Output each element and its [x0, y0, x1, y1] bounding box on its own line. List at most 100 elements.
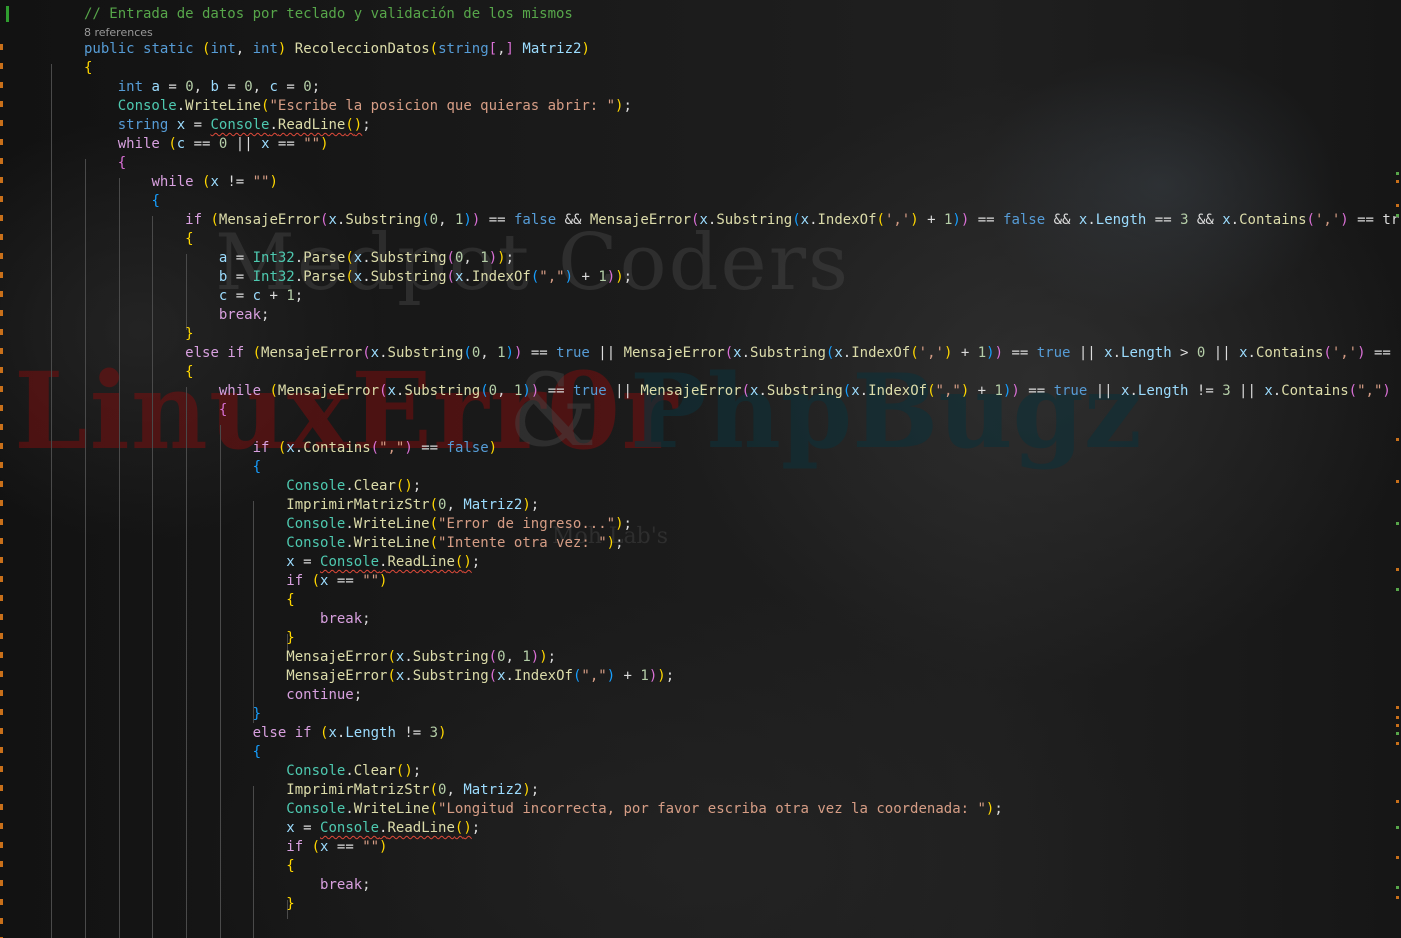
change-marker: [0, 386, 3, 392]
change-marker: [0, 728, 3, 734]
change-marker: [0, 234, 3, 240]
code-line[interactable]: Console.Clear();: [84, 477, 421, 496]
change-marker: [0, 804, 3, 810]
indent-guide: [51, 64, 52, 938]
code-line[interactable]: Console.WriteLine("Error de ingreso...")…: [84, 515, 632, 534]
scrollbar-marker: [1396, 568, 1399, 571]
vertical-scrollbar-annotations[interactable]: [1393, 0, 1401, 938]
code-line[interactable]: {: [84, 192, 159, 211]
change-marker: [0, 766, 3, 772]
code-line[interactable]: ImprimirMatrizStr(0, Matriz2);: [84, 496, 539, 515]
code-line[interactable]: a = Int32.Parse(x.Substring(0, 1));: [84, 249, 514, 268]
scrollbar-marker: [1396, 172, 1399, 175]
code-line[interactable]: {: [84, 591, 294, 610]
code-line[interactable]: else if (x.Length != 3): [84, 724, 447, 743]
code-line[interactable]: {: [84, 154, 126, 173]
code-line[interactable]: else if (MensajeError(x.Substring(0, 1))…: [84, 344, 1391, 363]
change-marker: [0, 576, 3, 582]
code-line[interactable]: x = Console.ReadLine();: [84, 819, 480, 838]
scrollbar-marker: [1396, 706, 1399, 709]
saved-change-marker: [6, 6, 9, 22]
code-line[interactable]: if (x.Contains(",") == false): [84, 439, 498, 458]
code-line[interactable]: x = Console.ReadLine();: [84, 553, 480, 572]
code-line[interactable]: }: [84, 705, 261, 724]
code-line[interactable]: {: [84, 857, 294, 876]
change-marker: [0, 215, 3, 221]
change-marker: [0, 595, 3, 601]
code-line[interactable]: // Entrada de datos por teclado y valida…: [84, 5, 573, 24]
code-line[interactable]: while (MensajeError(x.Substring(0, 1)) =…: [84, 382, 1391, 401]
change-marker: [0, 101, 3, 107]
scrollbar-marker: [1396, 732, 1399, 735]
scrollbar-marker: [1396, 522, 1399, 525]
scrollbar-marker: [1396, 886, 1399, 889]
scrollbar-marker: [1396, 724, 1399, 727]
code-line[interactable]: Console.WriteLine("Escribe la posicion q…: [84, 97, 632, 116]
code-line[interactable]: continue;: [84, 686, 362, 705]
scrollbar-marker: [1396, 896, 1399, 899]
change-marker: [0, 177, 3, 183]
change-marker: [0, 139, 3, 145]
code-line[interactable]: MensajeError(x.Substring(0, 1));: [84, 648, 556, 667]
change-marker: [0, 405, 3, 411]
change-marker: [0, 443, 3, 449]
code-line[interactable]: while (c == 0 || x == ""): [84, 135, 329, 154]
code-line[interactable]: b = Int32.Parse(x.Substring(x.IndexOf(",…: [84, 268, 632, 287]
scrollbar-marker: [1396, 856, 1399, 859]
code-line[interactable]: Console.Clear();: [84, 762, 421, 781]
code-line[interactable]: string x = Console.ReadLine();: [84, 116, 371, 135]
scrollbar-marker: [1396, 826, 1399, 829]
code-editor[interactable]: Medpot Coders LinuxErr0r & PhpBugz Moh L…: [0, 0, 1401, 938]
scrollbar-marker: [1396, 214, 1399, 217]
code-line[interactable]: }: [84, 629, 294, 648]
change-marker: [0, 120, 3, 126]
change-marker: [0, 690, 3, 696]
code-line[interactable]: {: [84, 458, 261, 477]
codelens-references-link[interactable]: 8 references: [84, 26, 153, 40]
change-marker: [0, 747, 3, 753]
scrollbar-marker: [1396, 480, 1399, 483]
change-marker: [0, 519, 3, 525]
change-marker: [0, 899, 3, 905]
code-line[interactable]: if (x == ""): [84, 838, 387, 857]
change-marker: [0, 424, 3, 430]
code-line[interactable]: {: [84, 743, 261, 762]
change-marker: [0, 709, 3, 715]
change-tracking-margin: [0, 0, 14, 938]
code-line[interactable]: {: [84, 230, 193, 249]
scrollbar-marker: [1396, 742, 1399, 745]
change-marker: [0, 861, 3, 867]
code-line[interactable]: {: [84, 363, 193, 382]
change-marker: [0, 671, 3, 677]
code-line[interactable]: break;: [84, 610, 371, 629]
code-line[interactable]: c = c + 1;: [84, 287, 303, 306]
scrollbar-marker: [1396, 438, 1399, 441]
code-line[interactable]: }: [84, 325, 193, 344]
code-line[interactable]: break;: [84, 306, 270, 325]
scrollbar-marker: [1396, 800, 1399, 803]
code-line[interactable]: {: [84, 401, 227, 420]
code-line[interactable]: if (MensajeError(x.Substring(0, 1)) == f…: [84, 211, 1399, 230]
change-marker: [0, 842, 3, 848]
code-line[interactable]: public static (int, int) RecoleccionDato…: [84, 40, 590, 59]
code-line[interactable]: Console.WriteLine("Longitud incorrecta, …: [84, 800, 1003, 819]
scrollbar-marker: [1396, 204, 1399, 207]
change-marker: [0, 348, 3, 354]
change-marker: [0, 310, 3, 316]
code-line[interactable]: ImprimirMatrizStr(0, Matriz2);: [84, 781, 539, 800]
change-marker: [0, 614, 3, 620]
change-marker: [0, 158, 3, 164]
change-marker: [0, 481, 3, 487]
code-line[interactable]: {: [84, 59, 92, 78]
code-line[interactable]: Console.WriteLine("Intente otra vez: ");: [84, 534, 623, 553]
code-line[interactable]: }: [84, 895, 294, 914]
code-line[interactable]: int a = 0, b = 0, c = 0;: [84, 78, 320, 97]
change-marker: [0, 329, 3, 335]
code-line[interactable]: while (x != ""): [84, 173, 277, 192]
code-line[interactable]: MensajeError(x.Substring(x.IndexOf(",") …: [84, 667, 674, 686]
code-line[interactable]: if (x == ""): [84, 572, 387, 591]
code-line[interactable]: break;: [84, 876, 371, 895]
change-marker: [0, 272, 3, 278]
change-marker: [0, 633, 3, 639]
watermark-phpbugz: PhpBugz: [630, 352, 1142, 472]
